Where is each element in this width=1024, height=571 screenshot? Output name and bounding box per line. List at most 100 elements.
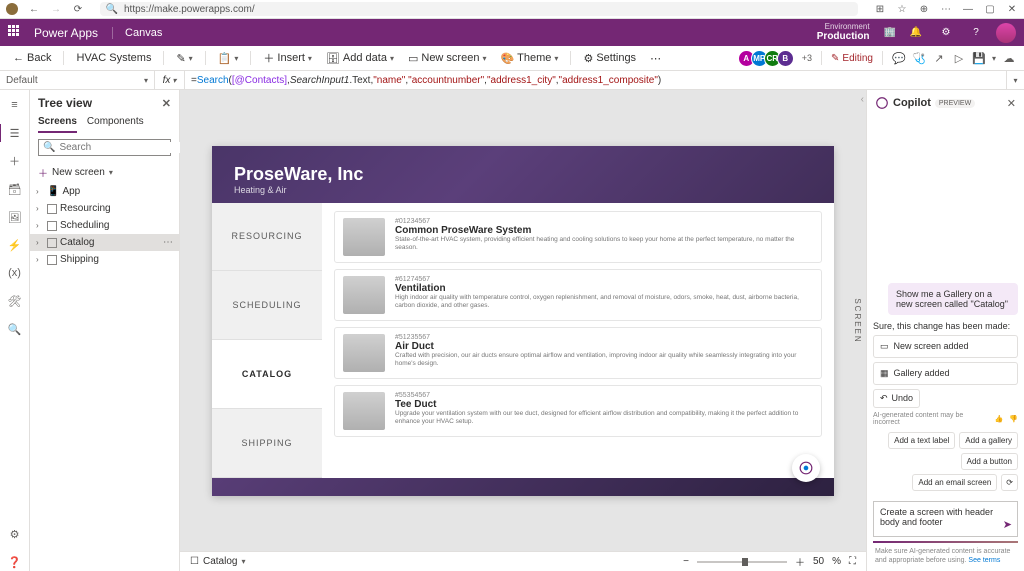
save-icon[interactable]: 💾 (972, 51, 986, 65)
paste-icon: 📋 (218, 52, 232, 65)
fx-button[interactable]: fx▾ (155, 71, 185, 89)
theme-button[interactable]: 🎨Theme▾ (495, 50, 563, 67)
flows-icon[interactable]: ⚡ (6, 236, 24, 254)
product-card[interactable]: #61274567VentilationHigh indoor air qual… (334, 269, 822, 321)
share-icon[interactable]: ↗ (932, 51, 946, 65)
maximize-icon[interactable]: ▢ (984, 3, 996, 15)
back-button[interactable]: ←Back (8, 50, 56, 66)
settings-icon[interactable]: ⚙ (936, 23, 956, 43)
formula-input[interactable]: = Search( [@Contacts], SearchInput1.Text… (185, 75, 1006, 86)
close-window-icon[interactable]: ✕ (1006, 3, 1018, 15)
copilot-input[interactable]: Create a screen with header body and foo… (873, 501, 1018, 537)
suggestion-chip[interactable]: Add a gallery (959, 432, 1018, 449)
product-card[interactable]: #51235567Air DuctCrafted with precision,… (334, 327, 822, 379)
selection-indicator[interactable]: ☐ Catalog ▾ (190, 556, 245, 567)
see-terms-link[interactable]: See terms (968, 557, 1000, 564)
menu-icon[interactable]: ⋯ (940, 3, 952, 15)
more-icon[interactable]: ⋯ (163, 237, 173, 248)
zoom-bar: ☐ Catalog ▾ − ＋ 50 % ⛶ (180, 551, 866, 571)
zoom-out-icon[interactable]: − (683, 556, 689, 567)
thumbs-down-icon[interactable]: 👎 (1009, 415, 1018, 423)
comment-icon[interactable]: 💬 (892, 51, 906, 65)
tree-item-app[interactable]: ›📱App⋯ (30, 183, 179, 200)
app-preview[interactable]: ProseWare, Inc Heating & Air RESOURCINGS… (212, 146, 834, 496)
tree-view-icon[interactable]: ☰ (6, 124, 24, 142)
tree-item-catalog[interactable]: ›Catalog⋯ (30, 234, 179, 251)
collections-icon[interactable]: ⊕ (918, 3, 930, 15)
zoom-slider[interactable] (697, 561, 787, 563)
back-icon[interactable]: ← (28, 3, 40, 15)
refresh-icon[interactable]: ⟳ (72, 3, 84, 15)
variables-icon[interactable]: (x) (6, 264, 24, 282)
tree-search[interactable]: 🔍 (38, 139, 171, 156)
suggestion-chip[interactable]: Add a text label (888, 432, 955, 449)
edit-button[interactable]: ✎▾ (171, 50, 197, 67)
nav-item-shipping[interactable]: SHIPPING (212, 409, 322, 478)
new-screen-button[interactable]: ▭New screen▾ (403, 50, 492, 67)
fit-screen-icon[interactable]: ⛶ (849, 556, 856, 567)
more-button[interactable]: ⋯ (645, 50, 666, 67)
zoom-in-icon[interactable]: ＋ (795, 554, 805, 569)
tree-item-shipping[interactable]: ›Shipping⋯ (30, 251, 179, 268)
brand-name[interactable]: Power Apps (34, 26, 98, 40)
search-input[interactable] (59, 142, 191, 153)
address-bar[interactable]: 🔍 https://make.powerapps.com/ (100, 2, 858, 16)
product-id: #55354567 (395, 392, 813, 399)
environment-picker[interactable]: Environment Production (817, 23, 870, 43)
media-pane-icon[interactable]: 🖼 (6, 208, 24, 226)
screen-checkbox (47, 204, 57, 214)
profile-avatar[interactable] (6, 3, 18, 15)
copilot-logo-icon (875, 96, 889, 110)
insert-pane-icon[interactable]: ＋ (6, 152, 24, 170)
editing-mode-button[interactable]: ✎Editing (831, 53, 873, 64)
extensions-icon[interactable]: ⊞ (874, 3, 886, 15)
minimize-icon[interactable]: — (962, 3, 974, 15)
advanced-tools-icon[interactable]: 🛠 (6, 292, 24, 310)
new-screen-button[interactable]: ＋ New screen ▾ (30, 162, 179, 183)
ask-icon[interactable]: ❓ (6, 553, 24, 571)
paste-button[interactable]: 📋▾ (213, 50, 244, 67)
search-pane-icon[interactable]: 🔍 (6, 320, 24, 338)
thumbs-up-icon[interactable]: 👍 (995, 415, 1004, 423)
expand-formula-icon[interactable]: ▾ (1006, 71, 1024, 89)
nav-item-resourcing[interactable]: RESOURCING (212, 203, 322, 272)
publish-icon[interactable]: ☁ (1002, 51, 1016, 65)
property-selector[interactable]: Default▾ (0, 71, 155, 89)
add-data-button[interactable]: 🗄Add data▾ (321, 50, 399, 67)
close-copilot-icon[interactable]: ✕ (1007, 97, 1016, 110)
tree-item-resourcing[interactable]: ›Resourcing⋯ (30, 200, 179, 217)
play-icon[interactable]: ▷ (952, 51, 966, 65)
checker-icon[interactable]: 🩺 (912, 51, 926, 65)
data-pane-icon[interactable]: 🗃 (6, 180, 24, 198)
nav-item-catalog[interactable]: CATALOG (212, 340, 322, 409)
close-panel-icon[interactable]: ✕ (162, 97, 171, 110)
save-dropdown[interactable]: ▾ (992, 54, 996, 63)
chevron-right-icon: › (36, 187, 44, 196)
product-card[interactable]: #55354567Tee DuctUpgrade your ventilatio… (334, 385, 822, 437)
app-launcher-icon[interactable] (8, 25, 24, 41)
insert-button[interactable]: ＋Insert▾ (258, 48, 317, 68)
nav-item-scheduling[interactable]: SCHEDULING (212, 271, 322, 340)
settings-pane-icon[interactable]: ⚙ (6, 525, 24, 543)
notifications-icon[interactable]: 🔔 (906, 23, 926, 43)
tree-item-scheduling[interactable]: ›Scheduling⋯ (30, 217, 179, 234)
favorite-icon[interactable]: ☆ (896, 3, 908, 15)
help-icon[interactable]: ? (966, 23, 986, 43)
tab-components[interactable]: Components (87, 112, 144, 133)
product-card[interactable]: #01234567Common ProseWare SystemState-of… (334, 211, 822, 263)
settings-button[interactable]: ⚙Settings (578, 50, 641, 67)
presence-avatars[interactable]: A MP CR B (742, 50, 794, 67)
refresh-suggestions-icon[interactable]: ⟳ (1001, 474, 1018, 491)
suggestion-chip[interactable]: Add a button (961, 453, 1018, 470)
send-icon[interactable]: ➤ (1003, 518, 1012, 531)
hamburger-icon[interactable]: ≡ (6, 96, 24, 114)
canvas-area: ‹ SCREEN ProseWare, Inc Heating & Air RE… (180, 90, 866, 571)
app-name-label[interactable]: HVAC Systems (71, 50, 156, 66)
undo-button[interactable]: ↶Undo (873, 389, 920, 408)
copilot-fab[interactable] (792, 454, 820, 482)
extra-avatars-count[interactable]: +3 (802, 53, 812, 63)
suggestion-chip[interactable]: Add an email screen (912, 474, 997, 491)
screen-nav-up[interactable]: ‹ (861, 94, 864, 105)
user-avatar[interactable] (996, 23, 1016, 43)
tab-screens[interactable]: Screens (38, 112, 77, 133)
